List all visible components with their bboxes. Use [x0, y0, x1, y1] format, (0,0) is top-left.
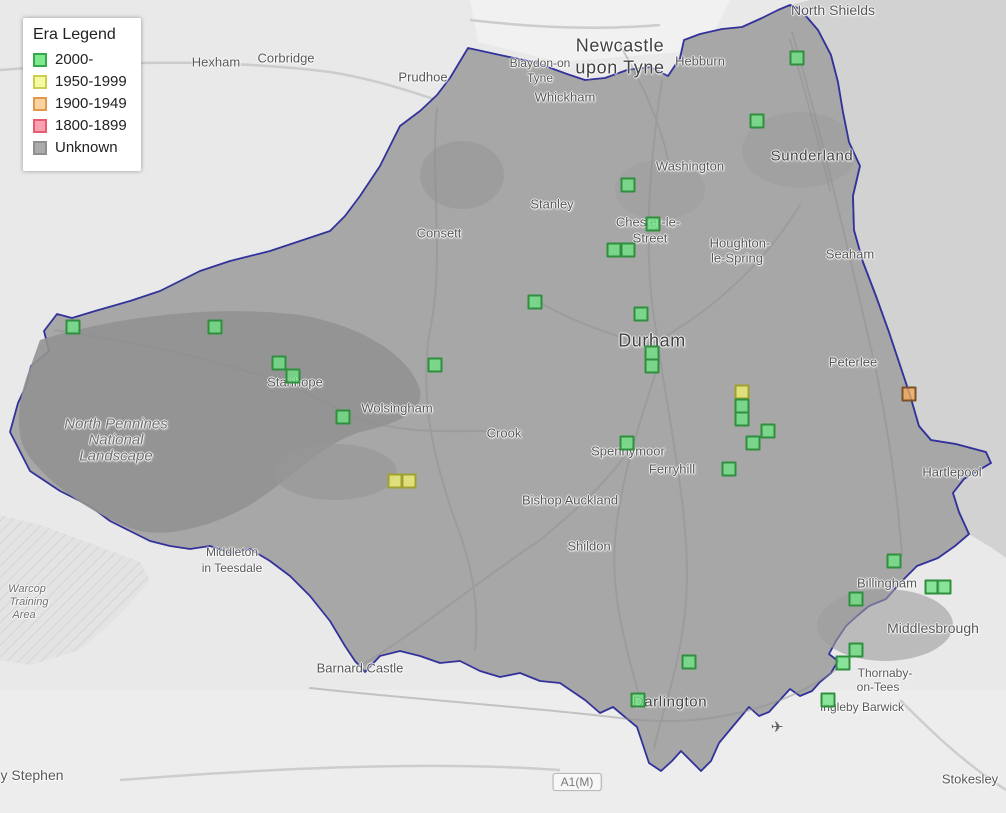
airport-icon: ✈ — [770, 719, 784, 736]
era-marker[interactable] — [65, 319, 81, 335]
era-marker[interactable] — [427, 357, 443, 373]
era-marker[interactable] — [734, 384, 750, 400]
map-canvas[interactable]: North Shields Newcastle upon Tyne Hebburn He… — [0, 0, 1006, 813]
legend-swatch-unknown — [33, 140, 47, 155]
legend-item-unknown: Unknown — [33, 139, 127, 156]
era-marker[interactable] — [606, 242, 622, 258]
era-marker[interactable] — [681, 654, 697, 670]
era-marker[interactable] — [630, 692, 646, 708]
era-marker[interactable] — [620, 177, 636, 193]
era-marker[interactable] — [901, 386, 917, 402]
era-marker[interactable] — [820, 692, 836, 708]
era-marker[interactable] — [335, 409, 351, 425]
legend-title: Era Legend — [33, 26, 116, 43]
legend-swatch-2000 — [33, 52, 47, 67]
era-marker[interactable] — [886, 553, 902, 569]
era-marker[interactable] — [644, 358, 660, 374]
era-marker[interactable] — [936, 579, 952, 595]
era-marker[interactable] — [848, 642, 864, 658]
era-marker[interactable] — [789, 50, 805, 66]
legend-label: 1900-1949 — [55, 95, 127, 112]
legend-swatch-1900 — [33, 96, 47, 111]
legend-item-1800: 1800-1899 — [33, 117, 127, 134]
era-marker[interactable] — [271, 355, 287, 371]
era-marker[interactable] — [285, 368, 301, 384]
era-marker[interactable] — [633, 306, 649, 322]
road-badge-a1m: A1(M) — [552, 773, 602, 791]
era-marker[interactable] — [848, 591, 864, 607]
legend-label: 1800-1899 — [55, 117, 127, 134]
legend-item-1950: 1950-1999 — [33, 73, 127, 90]
legend-label: 1950-1999 — [55, 73, 127, 90]
era-marker[interactable] — [401, 473, 417, 489]
era-marker[interactable] — [619, 435, 635, 451]
legend-item-1900: 1900-1949 — [33, 95, 127, 112]
legend-swatch-1800 — [33, 118, 47, 133]
era-marker[interactable] — [760, 423, 776, 439]
era-marker[interactable] — [749, 113, 765, 129]
era-marker[interactable] — [734, 411, 750, 427]
basemap — [0, 0, 1006, 813]
legend-swatch-1950 — [33, 74, 47, 89]
era-marker[interactable] — [207, 319, 223, 335]
era-legend: Era Legend 2000- 1950-1999 1900-1949 180… — [23, 18, 141, 171]
legend-item-2000: 2000- — [33, 51, 127, 68]
era-marker[interactable] — [721, 461, 737, 477]
era-marker[interactable] — [645, 216, 661, 232]
era-marker[interactable] — [835, 655, 851, 671]
era-marker[interactable] — [387, 473, 403, 489]
south-light-patch — [0, 690, 1006, 813]
era-marker[interactable] — [745, 435, 761, 451]
legend-label: Unknown — [55, 139, 118, 156]
era-marker[interactable] — [527, 294, 543, 310]
legend-label: 2000- — [55, 51, 94, 68]
era-marker[interactable] — [620, 242, 636, 258]
